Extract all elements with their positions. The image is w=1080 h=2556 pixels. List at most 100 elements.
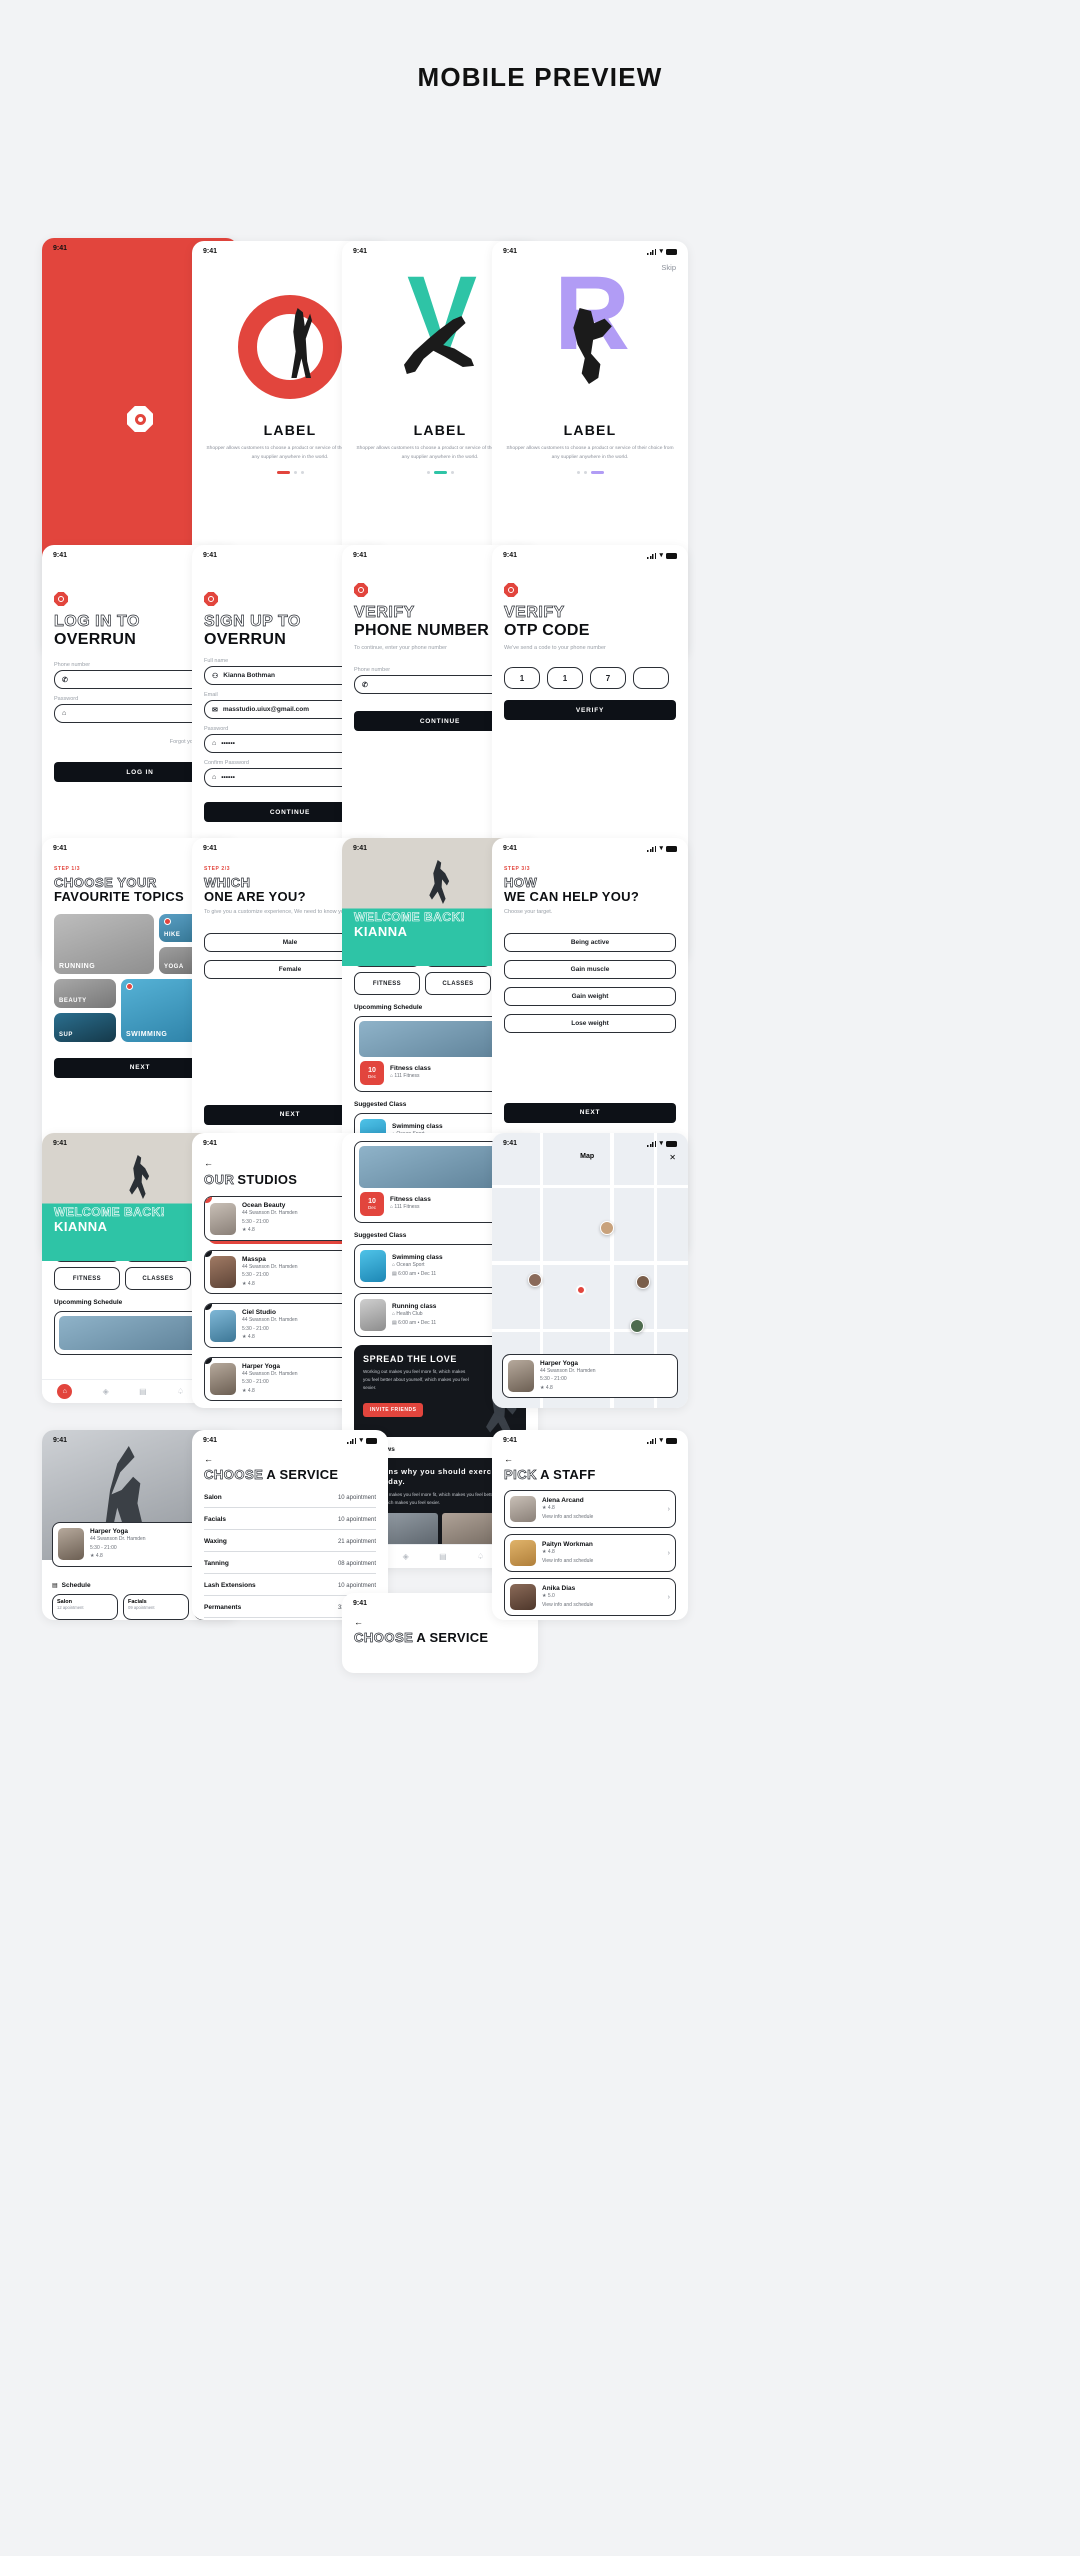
tab-calendar[interactable]: ▤ xyxy=(139,1387,147,1396)
goal-option-lose-weight[interactable]: Lose weight xyxy=(504,1013,676,1033)
phone-icon: ✆ xyxy=(362,681,368,689)
phone-services[interactable]: 9:41 ▾ ← CHOOSE A SERVICE Salon 10 apointm… xyxy=(192,1430,388,1620)
status-time: 9:41 xyxy=(353,1600,368,1607)
otp-title-solid: OTP CODE xyxy=(504,621,590,639)
studio-name: Harper Yoga xyxy=(540,1359,579,1367)
onboarding-visual-circle xyxy=(238,295,342,399)
lock-icon: ⌂ xyxy=(62,710,67,718)
tab-bell[interactable]: ♤ xyxy=(177,1387,184,1396)
pagination-dots[interactable] xyxy=(492,462,688,475)
otp-digit-2[interactable]: 1 xyxy=(547,667,583,690)
selected-dot-icon xyxy=(164,917,171,925)
wifi-icon: ▾ xyxy=(659,248,663,255)
category-fitness[interactable]: FITNESS xyxy=(54,1267,120,1290)
verify-button[interactable]: VERIFY xyxy=(504,700,676,721)
schedule-class-name: Fitness class xyxy=(390,1196,431,1204)
signal-bars-icon xyxy=(647,845,657,852)
signal-bars-icon xyxy=(647,248,657,255)
tab-compass[interactable]: ◈ xyxy=(403,1552,409,1561)
star-icon: ★ xyxy=(542,1593,547,1600)
map-studio-card[interactable]: Harper Yoga 44 Swanson Dr. Hamden 5:30 -… xyxy=(502,1353,678,1398)
status-time: 9:41 xyxy=(353,845,368,852)
staff-avatar xyxy=(510,1540,536,1567)
studio-hours: 5:30 - 21:00 xyxy=(540,1376,567,1382)
services2-title-outline: CHOOSE xyxy=(354,1630,414,1645)
category-fitness[interactable]: FITNESS xyxy=(354,972,420,995)
phone-staff[interactable]: 9:41 ▾ ← PICK A STAFF Alena Arcand ★ 4.8 … xyxy=(492,1430,688,1620)
service-chip-salon[interactable]: Salon 12 apointment xyxy=(52,1594,118,1620)
chevron-right-icon[interactable]: › xyxy=(668,1506,670,1513)
class-name: Swimming class xyxy=(392,1254,443,1261)
star-icon: ★ xyxy=(542,1505,547,1512)
topic-tile-beauty[interactable]: BEAUTY xyxy=(54,978,116,1008)
chevron-right-icon[interactable]: › xyxy=(668,1594,670,1601)
close-icon[interactable]: ✕ xyxy=(669,1153,676,1162)
map-avatar-pin[interactable] xyxy=(636,1275,650,1289)
goal-option-gain-muscle[interactable]: Gain muscle xyxy=(504,959,676,979)
service-chip-facials[interactable]: Facials 09 apointment xyxy=(123,1594,189,1620)
studio-address: 44 Swanson Dr. Hamden xyxy=(242,1317,298,1324)
phone-map[interactable]: 9:41 ▾ Map ✕ Harper Yoga 44 Swanson Dr. H… xyxy=(492,1133,688,1408)
staff-link[interactable]: View info and schedule xyxy=(542,1513,662,1522)
tab-bell[interactable]: ♤ xyxy=(477,1552,484,1561)
map-avatar-pin[interactable] xyxy=(528,1273,542,1287)
service-row[interactable]: Facials 10 apointment xyxy=(204,1508,376,1531)
tab-calendar[interactable]: ▤ xyxy=(439,1552,447,1561)
staff-item-1[interactable]: Alena Arcand ★ 4.8 View info and schedul… xyxy=(504,1490,676,1529)
topic-tile-sup[interactable]: SUP xyxy=(54,1012,116,1042)
back-button[interactable]: ← xyxy=(204,1454,376,1464)
studio-hours: 5:30 - 21:00 xyxy=(90,1544,117,1551)
lock-icon: ⌂ xyxy=(212,774,217,782)
tab-home[interactable]: ⌂ xyxy=(57,1384,73,1399)
battery-icon xyxy=(666,845,677,852)
tab-compass[interactable]: ◈ xyxy=(103,1387,109,1396)
service-row[interactable]: Tanning 08 apointment xyxy=(204,1552,376,1575)
schedule-day: 10 xyxy=(368,1198,376,1205)
invite-friends-button[interactable]: INVITE FRIENDS xyxy=(363,1403,424,1418)
staff-avatar xyxy=(510,1496,536,1523)
otp-digit-3[interactable]: 7 xyxy=(590,667,626,690)
staff-item-2[interactable]: Paityn Workman ★ 4.8 View info and sched… xyxy=(504,1534,676,1573)
service-row[interactable]: Salon 10 apointment xyxy=(204,1486,376,1509)
runner-photo-silhouette xyxy=(429,860,450,904)
status-time: 9:41 xyxy=(53,245,68,252)
chevron-right-icon[interactable]: › xyxy=(668,1550,670,1557)
schedule-venue: 111 Fitness xyxy=(394,1204,420,1211)
status-time: 9:41 xyxy=(503,248,518,255)
schedule-month: Dec xyxy=(367,1205,376,1210)
next-button[interactable]: NEXT xyxy=(504,1102,676,1123)
studio-rating: 4.8 xyxy=(545,1384,553,1391)
staff-link[interactable]: View info and schedule xyxy=(542,1557,662,1566)
signal-bars-icon xyxy=(647,1140,657,1147)
goal-option-gain-weight[interactable]: Gain weight xyxy=(504,986,676,1006)
goal-option-being-active[interactable]: Being active xyxy=(504,932,676,952)
home-icon: ⌂ xyxy=(392,1262,396,1268)
studio-thumb xyxy=(508,1359,534,1392)
services-title-outline: CHOOSE xyxy=(204,1467,264,1482)
studio-hours: 5:30 - 21:00 xyxy=(242,1218,269,1225)
map-avatar-pin[interactable] xyxy=(630,1319,644,1333)
staff-item-3[interactable]: Anika Dias ★ 5.0 View info and schedule … xyxy=(504,1578,676,1617)
step-indicator: STEP 3/3 xyxy=(504,866,531,872)
otp-digit-4[interactable] xyxy=(633,667,669,690)
goal-title-outline: HOW xyxy=(504,875,538,890)
map-avatar-pin[interactable] xyxy=(600,1221,614,1235)
category-classes[interactable]: CLASSES xyxy=(425,972,491,995)
star-icon: ★ xyxy=(242,1334,247,1341)
staff-title-outline: PICK xyxy=(504,1467,538,1482)
otp-digit-1[interactable]: 1 xyxy=(504,667,540,690)
back-button[interactable]: ← xyxy=(504,1454,676,1464)
current-location-pin[interactable] xyxy=(576,1285,586,1295)
topic-tile-running[interactable]: RUNNING xyxy=(54,913,154,974)
staff-avatar xyxy=(510,1584,536,1611)
staff-name: Paityn Workman xyxy=(542,1541,593,1549)
category-classes[interactable]: CLASSES xyxy=(125,1267,191,1290)
status-time: 9:41 xyxy=(203,552,218,559)
staff-rating: 4.8 xyxy=(547,1549,555,1556)
studio-thumb xyxy=(210,1309,236,1342)
staff-link[interactable]: View info and schedule xyxy=(542,1601,662,1610)
suggested-section-title: Suggested Class xyxy=(354,1232,407,1239)
calendar-icon: ▤ xyxy=(392,1270,397,1277)
back-button[interactable]: ← xyxy=(204,1158,213,1168)
service-row[interactable]: Waxing 21 apointment xyxy=(204,1530,376,1553)
